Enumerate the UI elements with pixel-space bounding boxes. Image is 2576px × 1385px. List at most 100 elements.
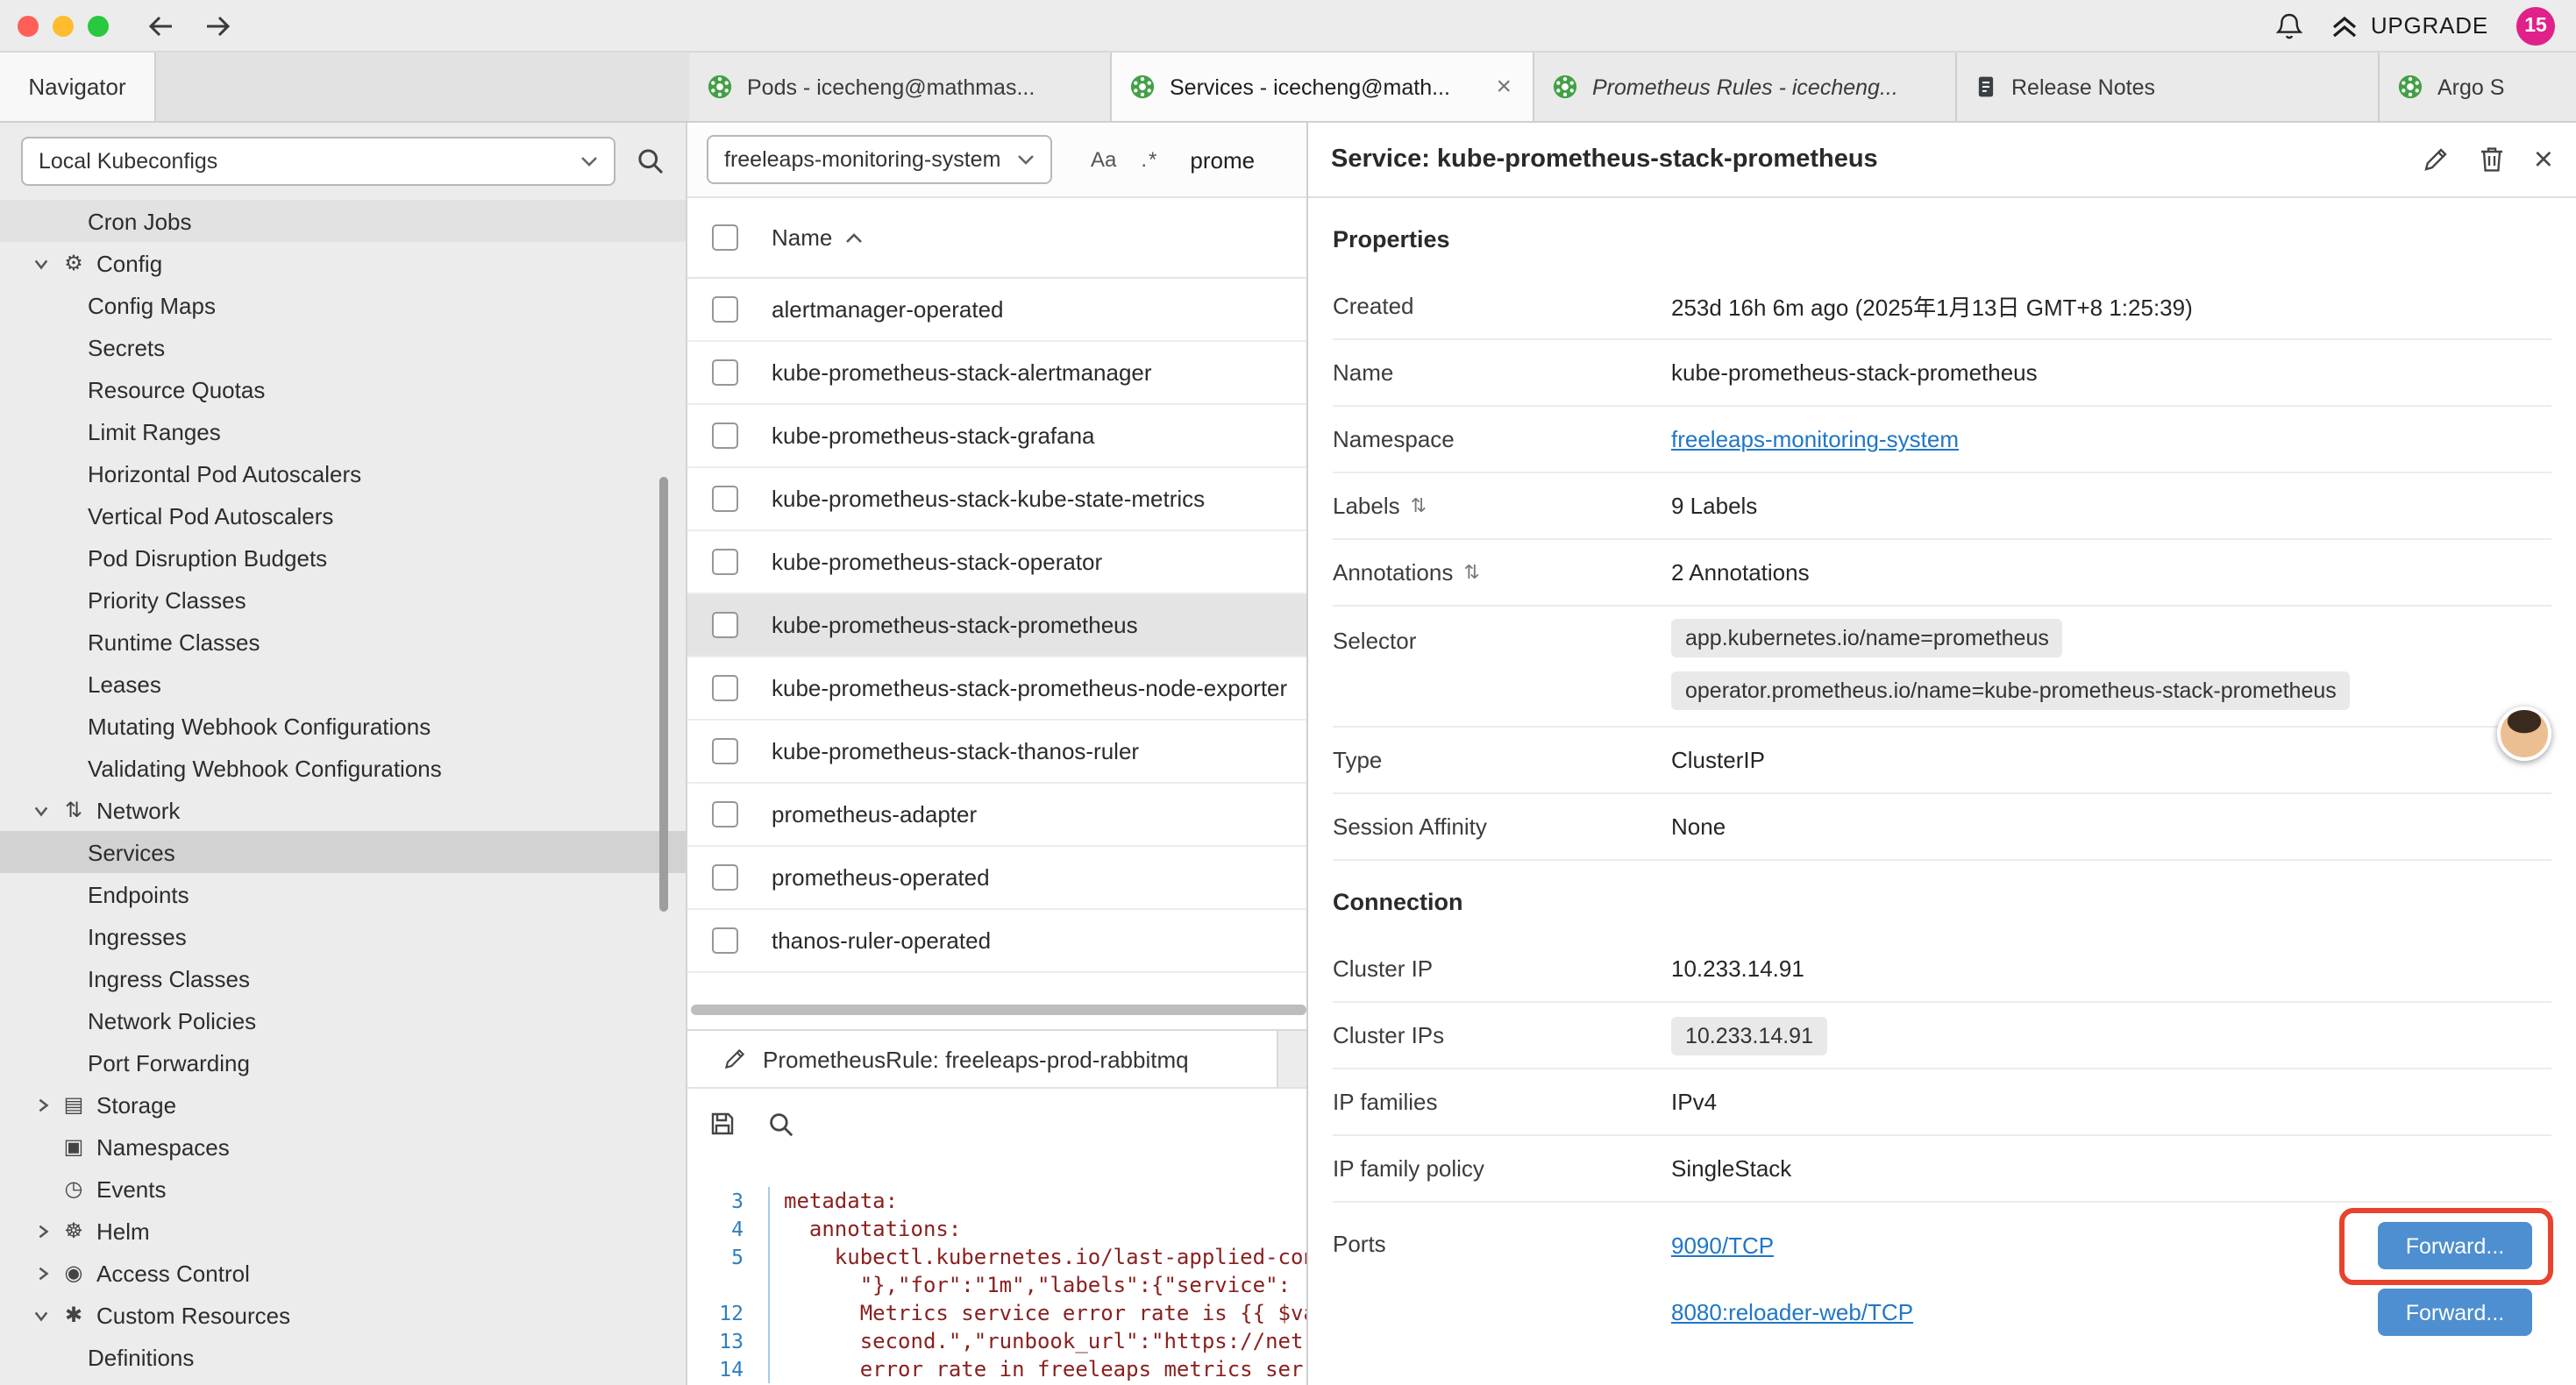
sidebar-tree-item[interactable]: ▤ Storage (0, 1083, 686, 1126)
delete-trash-icon[interactable] (2480, 146, 2504, 174)
sidebar-tree-item[interactable]: ▣ Namespaces (0, 1126, 686, 1168)
row-checkbox[interactable] (712, 738, 738, 764)
sidebar-tree-item[interactable]: Secrets (0, 326, 686, 368)
sidebar-tree-item[interactable]: Resource Quotas (0, 368, 686, 410)
gutter-divider (744, 1215, 770, 1243)
port-link[interactable]: 8080:reloader-web/TCP (1671, 1299, 1913, 1325)
row-checkbox[interactable] (712, 423, 738, 449)
row-checkbox[interactable] (712, 612, 738, 638)
row-checkbox[interactable] (712, 801, 738, 827)
sidebar-tree-item[interactable]: ⚙ Config (0, 242, 686, 284)
sidebar-tree-item[interactable]: Config Maps (0, 284, 686, 326)
sidebar-scrollbar-thumb[interactable] (659, 477, 668, 912)
tree-item-label: Config (96, 250, 162, 276)
close-panel-icon[interactable]: × (2534, 143, 2553, 176)
sidebar-tree-item[interactable]: Ingresses (0, 915, 686, 957)
regex-toggle[interactable]: .* (1141, 147, 1158, 172)
namespace-link[interactable]: freeleaps-monitoring-system (1671, 426, 1959, 452)
details-panel-header: Service: kube-prometheus-stack-prometheu… (1308, 123, 2576, 198)
sidebar-tree-item[interactable]: Ingress Classes (0, 957, 686, 999)
sidebar-tree-item[interactable]: ◷ Events (0, 1168, 686, 1210)
sidebar-tree-item[interactable]: Validating Webhook Configurations (0, 747, 686, 789)
name-column-header[interactable]: Name (772, 224, 862, 251)
sidebar-tree-item[interactable]: Pod Disruption Budgets (0, 536, 686, 579)
forward-button[interactable]: Forward... (2378, 1289, 2532, 1336)
select-all-checkbox[interactable] (712, 224, 738, 251)
cluster-tab[interactable]: Pods - icecheng@mathmas... × (689, 53, 1112, 121)
sidebar-tree-item[interactable]: ☸ Helm (0, 1210, 686, 1252)
service-name: prometheus-operated (772, 864, 990, 891)
expand-collapse-icon[interactable]: ⇅ (1411, 494, 1427, 517)
service-name: kube-prometheus-stack-prometheus (772, 612, 1138, 638)
session-affinity-row: Session Affinity None (1333, 794, 2551, 861)
cluster-tab[interactable]: Release Notes × (1957, 53, 2380, 121)
cluster-tab[interactable]: Services - icecheng@math... × (1112, 53, 1534, 121)
tree-chevron-icon[interactable] (28, 249, 56, 277)
search-input[interactable]: prome (1190, 146, 1255, 173)
document-icon (1975, 74, 1997, 100)
sidebar-tree-item[interactable]: Runtime Classes (0, 621, 686, 663)
back-arrow-icon[interactable] (147, 13, 175, 38)
row-checkbox[interactable] (712, 296, 738, 323)
save-icon[interactable] (708, 1110, 737, 1138)
sidebar-tree-item[interactable]: Network Policies (0, 999, 686, 1041)
port-link[interactable]: 9090/TCP (1671, 1232, 1774, 1259)
row-checkbox[interactable] (712, 864, 738, 891)
edit-pencil-icon[interactable] (2422, 146, 2450, 174)
code-text: "},"for":"1m","labels":{"service": (784, 1273, 1291, 1297)
sidebar-tree-item[interactable]: ✱ Custom Resources (0, 1294, 686, 1336)
horizontal-scrollbar-thumb[interactable] (691, 1005, 1306, 1015)
tree-chevron-icon[interactable] (28, 1301, 56, 1329)
sidebar-tree-item[interactable]: Cron Jobs (0, 200, 686, 242)
sidebar-tree-item[interactable]: Horizontal Pod Autoscalers (0, 452, 686, 494)
code-text: second.","runbook_url":"https://net (784, 1329, 1303, 1353)
sidebar-tree-item[interactable]: Limit Ranges (0, 410, 686, 452)
sidebar-tree-item[interactable]: Mutating Webhook Configurations (0, 705, 686, 747)
labels-value: 9 Labels (1671, 493, 1757, 519)
row-checkbox[interactable] (712, 927, 738, 954)
sidebar-tree-item[interactable]: Port Forwarding (0, 1041, 686, 1083)
tree-item-label: Endpoints (88, 881, 189, 907)
namespace-select[interactable]: freeleaps-monitoring-system (707, 135, 1052, 184)
sidebar-tree-item[interactable]: Services (0, 831, 686, 873)
close-window-button[interactable] (18, 15, 39, 36)
zoom-window-button[interactable] (88, 15, 109, 36)
upgrade-button[interactable]: UPGRADE (2330, 12, 2488, 39)
sidebar-tree-item[interactable]: ⇅ Network (0, 789, 686, 831)
tree-chevron-icon[interactable] (28, 1090, 56, 1119)
cluster-tab[interactable]: Prometheus Rules - icecheng... × (1534, 53, 1957, 121)
navigator-panel-tab[interactable]: Navigator (0, 53, 156, 121)
sidebar-tree-item[interactable]: Endpoints (0, 873, 686, 915)
editor-search-icon[interactable] (768, 1111, 794, 1137)
sidebar-tree-item[interactable]: Priority Classes (0, 579, 686, 621)
forward-button[interactable]: Forward... (2378, 1222, 2532, 1269)
avatar[interactable] (2497, 707, 2551, 761)
minimize-window-button[interactable] (53, 15, 74, 36)
row-checkbox[interactable] (712, 359, 738, 386)
tree-item-label: Mutating Webhook Configurations (88, 713, 431, 739)
tree-chevron-icon[interactable] (28, 1259, 56, 1287)
cluster-tab[interactable]: Argo S × (2380, 53, 2576, 121)
sidebar-tree-item[interactable]: Leases (0, 663, 686, 705)
expand-collapse-icon[interactable]: ⇅ (1463, 561, 1479, 584)
row-checkbox[interactable] (712, 486, 738, 512)
created-label: Created (1333, 293, 1414, 319)
row-checkbox[interactable] (712, 549, 738, 575)
tab-close-icon[interactable]: × (1492, 72, 1515, 102)
notification-count-badge[interactable]: 15 (2516, 6, 2555, 45)
forward-arrow-icon[interactable] (203, 13, 231, 38)
ip-families-row: IP families IPv4 (1333, 1069, 2551, 1136)
sidebar-search-icon[interactable] (637, 147, 665, 175)
dock-tab-prometheusrule[interactable]: PrometheusRule: freeleaps-prod-rabbitmq (687, 1031, 1278, 1087)
kubeconfig-select[interactable]: Local Kubeconfigs (21, 137, 616, 186)
sidebar-tree-item[interactable]: Vertical Pod Autoscalers (0, 494, 686, 536)
tree-chevron-icon[interactable] (28, 1217, 56, 1245)
match-case-toggle[interactable]: Aa (1091, 147, 1116, 172)
cluster-ips-chip: 10.233.14.91 (1671, 1016, 1827, 1055)
notifications-bell-icon[interactable] (2276, 11, 2302, 39)
sidebar-tree-item[interactable]: Definitions (0, 1336, 686, 1378)
cluster-ips-label: Cluster IPs (1333, 1022, 1444, 1048)
tree-chevron-icon[interactable] (28, 796, 56, 824)
row-checkbox[interactable] (712, 675, 738, 701)
sidebar-tree-item[interactable]: ◉ Access Control (0, 1252, 686, 1294)
